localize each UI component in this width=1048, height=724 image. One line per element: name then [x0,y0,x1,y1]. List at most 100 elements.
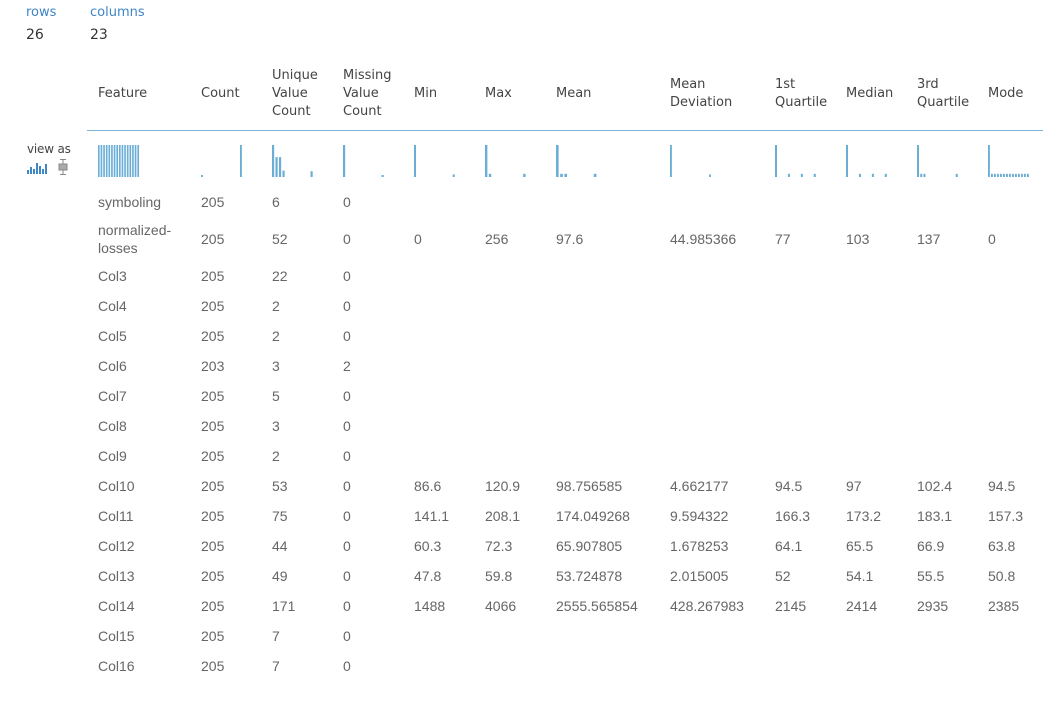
cell-1st-quartile [764,291,835,321]
view-as-panel: view as [27,142,71,175]
column-header-mode[interactable]: Mode [977,58,1043,131]
statistics-table: Feature Count Unique Value Count Missing Va… [87,58,1043,681]
histogram-bar [103,145,105,177]
cell-mean: 53.724878 [556,568,623,584]
histogram-feature[interactable] [87,131,190,188]
histogram-bar [111,145,113,177]
cell-mode: 0 [988,231,996,247]
cell-mean: 174.049268 [556,508,630,524]
cell-max [474,651,545,681]
cell-mean [545,351,659,381]
cell-mode [977,621,1043,651]
cell-3rd-quartile [906,291,977,321]
cell-missing-value-count: 0 [343,388,351,404]
histogram-icon[interactable] [27,160,48,174]
histogram-bar [282,170,285,177]
histogram-bar [98,145,100,177]
table-row[interactable]: Col16 205 7 0 [87,651,1043,681]
histogram-bar [105,145,108,177]
cell-min [403,381,474,411]
cell-mean: 65.907805 [556,538,623,554]
table-row[interactable]: Col5 205 2 0 [87,321,1043,351]
column-header-mean[interactable]: Mean [545,58,659,131]
histogram-bar [381,175,384,177]
table-row[interactable]: Col6 203 3 2 [87,351,1043,381]
histogram-count[interactable] [190,131,261,188]
histogram-bar [137,145,140,177]
cell-1st-quartile [764,321,835,351]
cell-max [474,381,545,411]
cell-mode [977,651,1043,681]
histogram-unique-value-count[interactable] [261,131,332,188]
table-row[interactable]: Col8 205 3 0 [87,411,1043,441]
table-row[interactable]: Col14 205 171 0 1488 4066 2555.565854 428.26798… [87,591,1043,621]
column-header-unique-value-count[interactable]: Unique Value Count [261,58,332,131]
cell-mean [545,441,659,471]
histogram-max[interactable] [474,131,545,188]
cell-mean-deviation [659,381,764,411]
cell-mode: 63.8 [988,538,1016,554]
histogram-missing-value-count[interactable] [332,131,403,188]
cell-feature: Col14 [98,598,135,614]
histogram-bar [275,157,278,177]
column-header-count[interactable]: Count [190,58,261,131]
cell-count: 205 [201,328,225,344]
cell-feature: symboling [98,194,162,210]
histogram-bar [134,145,137,177]
cell-3rd-quartile [906,381,977,411]
table-row[interactable]: Col3 205 22 0 [87,261,1043,291]
boxplot-icon[interactable] [58,159,68,175]
cell-median: 2414 [846,598,878,614]
column-header-missing-value-count[interactable]: Missing Value Count [332,58,403,131]
cell-unique-value-count: 3 [272,358,280,374]
column-header-1st-quartile[interactable]: 1st Quartile [764,58,835,131]
histogram-mean[interactable] [545,131,659,188]
cell-count: 205 [201,388,225,404]
view-as-label: view as [27,142,71,156]
histogram-min[interactable] [403,131,474,188]
table-row[interactable]: Col12 205 44 0 60.3 72.3 65.907805 1.678253 64.1… [87,531,1043,561]
cell-min: 141.1 [414,508,450,524]
histogram-chart-feature [98,145,140,177]
cell-unique-value-count: 7 [272,658,280,674]
histogram-median[interactable] [835,131,906,188]
cell-missing-value-count: 0 [343,628,351,644]
histogram-bar [1018,173,1020,177]
column-header-median[interactable]: Median [835,58,906,131]
cell-mean [545,321,659,351]
column-header-3rd-quartile[interactable]: 3rd Quartile [906,58,977,131]
table-row[interactable]: Col9 205 2 0 [87,441,1043,471]
column-header-feature[interactable]: Feature [87,58,190,131]
table-row[interactable]: Col13 205 49 0 47.8 59.8 53.724878 2.015005 52 54… [87,561,1043,591]
table-row[interactable]: normalized-losses 205 52 0 0 256 97.6 44.985366… [87,217,1043,261]
histogram-bar [488,173,492,177]
cell-feature: Col11 [98,508,134,524]
cell-unique-value-count: 44 [272,538,288,554]
histogram-bar [1024,173,1026,177]
cell-missing-value-count: 0 [343,231,351,247]
table-row[interactable]: Col11 205 75 0 141.1 208.1 174.049268 9.594322 1… [87,501,1043,531]
cell-count: 205 [201,418,225,434]
table-row[interactable]: Col10 205 53 0 86.6 120.9 98.756585 4.662177 94.… [87,471,1043,501]
cell-count: 205 [201,568,225,584]
rows-value: 26 [26,27,44,43]
cell-mean-deviation: 1.678253 [670,538,729,554]
histogram-mode[interactable] [977,131,1043,188]
histogram-bar [917,145,919,177]
table-row[interactable]: Col4 205 2 0 [87,291,1043,321]
histogram-1st-quartile[interactable] [764,131,835,188]
cell-median [835,411,906,441]
column-header-max[interactable]: Max [474,58,545,131]
cell-1st-quartile [764,351,835,381]
cell-feature: Col15 [98,628,135,644]
histogram-mean-deviation[interactable] [659,131,764,188]
column-header-min[interactable]: Min [403,58,474,131]
histogram-3rd-quartile[interactable] [906,131,977,188]
column-header-mean-deviation[interactable]: Mean Deviation [659,58,764,131]
table-row[interactable]: Col15 205 7 0 [87,621,1043,651]
table-row[interactable]: Col7 205 5 0 [87,381,1043,411]
histogram-bar [994,173,996,177]
cell-mean-deviation [659,291,764,321]
table-row[interactable]: symboling 205 6 0 [87,187,1043,217]
cell-median [835,321,906,351]
